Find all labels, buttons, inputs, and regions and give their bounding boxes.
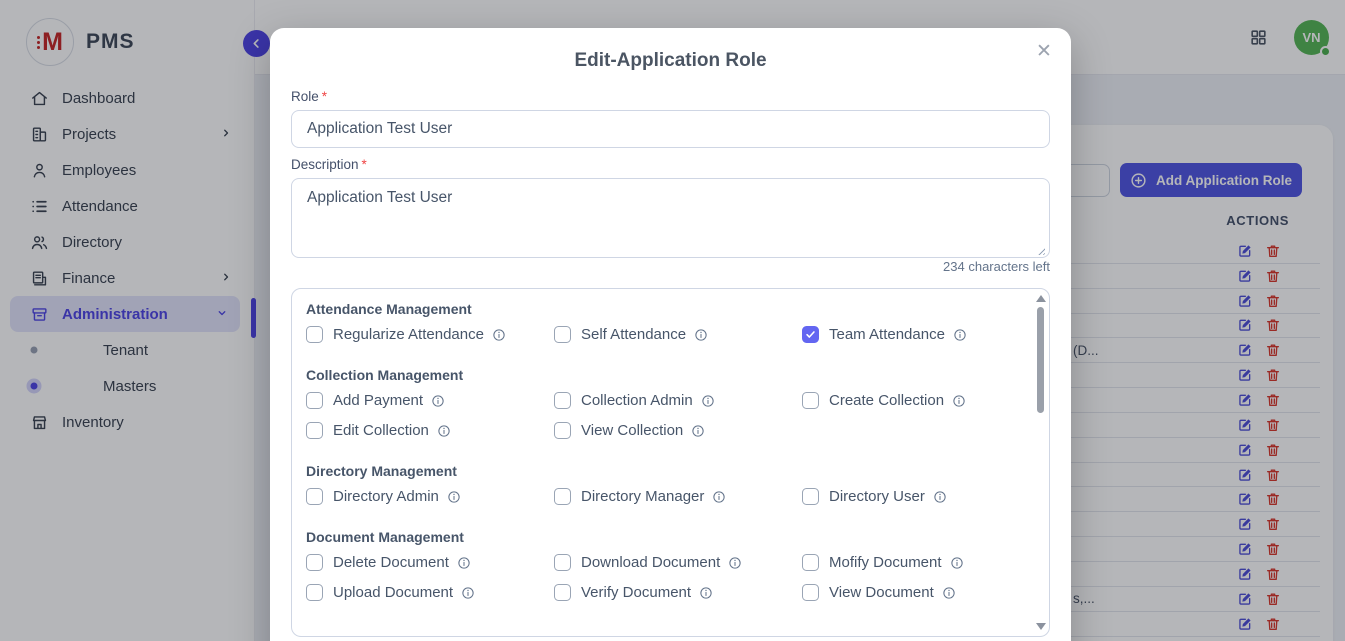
- info-icon[interactable]: [728, 556, 742, 570]
- permission-label: Upload Document: [333, 584, 453, 601]
- permission-checkbox-create-collection[interactable]: Create Collection: [802, 392, 1033, 409]
- info-icon[interactable]: [712, 490, 726, 504]
- checkbox-unchecked[interactable]: [802, 584, 819, 601]
- permission-label: Directory Admin: [333, 488, 439, 505]
- info-icon[interactable]: [699, 586, 713, 600]
- permission-checkbox-upload-document[interactable]: Upload Document: [306, 584, 554, 601]
- permission-label: Create Collection: [829, 392, 944, 409]
- checkbox-checked[interactable]: [802, 326, 819, 343]
- permission-section-title: Attendance Management: [306, 301, 1033, 317]
- permission-section: Collection Management Add Payment Collecti…: [306, 367, 1033, 439]
- edit-application-role-dialog: Edit-Application Role ✕ Role* Descriptio…: [270, 28, 1071, 641]
- scrollbar-thumb[interactable]: [1037, 307, 1044, 413]
- info-icon[interactable]: [694, 328, 708, 342]
- checkbox-unchecked[interactable]: [554, 326, 571, 343]
- permission-checkbox-download-document[interactable]: Download Document: [554, 554, 802, 571]
- role-input[interactable]: [291, 110, 1050, 148]
- checkbox-unchecked[interactable]: [554, 584, 571, 601]
- permission-checkbox-team-attendance[interactable]: Team Attendance: [802, 326, 1033, 343]
- info-icon[interactable]: [691, 424, 705, 438]
- permission-label: Edit Collection: [333, 422, 429, 439]
- permission-checkbox-add-payment[interactable]: Add Payment: [306, 392, 554, 409]
- permission-label: Directory Manager: [581, 488, 704, 505]
- info-icon[interactable]: [431, 394, 445, 408]
- permission-section: Attendance Management Regularize Attendan…: [306, 301, 1033, 343]
- permission-section: Directory Management Directory Admin Direc…: [306, 463, 1033, 505]
- permission-checkbox-directory-user[interactable]: Directory User: [802, 488, 1033, 505]
- checkbox-unchecked[interactable]: [554, 488, 571, 505]
- permission-label: Collection Admin: [581, 392, 693, 409]
- permission-checkbox-verify-document[interactable]: Verify Document: [554, 584, 802, 601]
- checkbox-unchecked[interactable]: [306, 326, 323, 343]
- permission-checkbox-self-attendance[interactable]: Self Attendance: [554, 326, 802, 343]
- permission-checkbox-directory-admin[interactable]: Directory Admin: [306, 488, 554, 505]
- permission-section-title: Document Management: [306, 529, 1033, 545]
- permission-label: Regularize Attendance: [333, 326, 484, 343]
- permission-section: Document Management Delete Document Downlo…: [306, 529, 1033, 601]
- description-label: Description*: [291, 157, 367, 172]
- checkbox-unchecked[interactable]: [306, 488, 323, 505]
- close-button[interactable]: ✕: [1029, 36, 1059, 66]
- permission-label: Mofify Document: [829, 554, 942, 571]
- permissions-sections: Attendance Management Regularize Attendan…: [292, 289, 1033, 636]
- role-label: Role*: [291, 89, 327, 104]
- permission-checkbox-view-collection[interactable]: View Collection: [554, 422, 802, 439]
- permission-label: Directory User: [829, 488, 925, 505]
- characters-left-counter: 234 characters left: [943, 259, 1050, 274]
- permission-checkbox-view-document[interactable]: View Document: [802, 584, 1033, 601]
- info-icon[interactable]: [492, 328, 506, 342]
- permission-checkbox-mofify-document[interactable]: Mofify Document: [802, 554, 1033, 571]
- checkbox-unchecked[interactable]: [306, 392, 323, 409]
- info-icon[interactable]: [457, 556, 471, 570]
- scroll-up-arrow-icon[interactable]: [1036, 295, 1046, 302]
- permission-section-title: Directory Management: [306, 463, 1033, 479]
- info-icon[interactable]: [950, 556, 964, 570]
- permission-checkbox-edit-collection[interactable]: Edit Collection: [306, 422, 554, 439]
- permission-label: View Document: [829, 584, 934, 601]
- permission-label: Add Payment: [333, 392, 423, 409]
- description-textarea[interactable]: Application Test User: [291, 178, 1050, 258]
- scroll-down-arrow-icon[interactable]: [1036, 623, 1046, 630]
- permission-checkbox-collection-admin[interactable]: Collection Admin: [554, 392, 802, 409]
- checkbox-unchecked[interactable]: [306, 584, 323, 601]
- info-icon[interactable]: [701, 394, 715, 408]
- permission-label: Self Attendance: [581, 326, 686, 343]
- permission-section-title: Collection Management: [306, 367, 1033, 383]
- permission-checkbox-regularize-attendance[interactable]: Regularize Attendance: [306, 326, 554, 343]
- checkbox-unchecked[interactable]: [306, 422, 323, 439]
- checkbox-unchecked[interactable]: [802, 392, 819, 409]
- info-icon[interactable]: [461, 586, 475, 600]
- info-icon[interactable]: [437, 424, 451, 438]
- info-icon[interactable]: [952, 394, 966, 408]
- permissions-scrollbar[interactable]: [1034, 291, 1047, 634]
- permission-label: Delete Document: [333, 554, 449, 571]
- checkbox-unchecked[interactable]: [554, 422, 571, 439]
- permissions-panel: Attendance Management Regularize Attendan…: [291, 288, 1050, 637]
- required-asterisk: *: [362, 157, 367, 172]
- required-asterisk: *: [322, 89, 327, 104]
- checkbox-unchecked[interactable]: [554, 554, 571, 571]
- checkbox-unchecked[interactable]: [554, 392, 571, 409]
- permission-checkbox-delete-document[interactable]: Delete Document: [306, 554, 554, 571]
- checkbox-unchecked[interactable]: [306, 554, 323, 571]
- info-icon[interactable]: [933, 490, 947, 504]
- info-icon[interactable]: [942, 586, 956, 600]
- permission-label: View Collection: [581, 422, 683, 439]
- info-icon[interactable]: [447, 490, 461, 504]
- info-icon[interactable]: [953, 328, 967, 342]
- checkbox-unchecked[interactable]: [802, 488, 819, 505]
- permission-label: Team Attendance: [829, 326, 945, 343]
- checkbox-unchecked[interactable]: [802, 554, 819, 571]
- permission-label: Verify Document: [581, 584, 691, 601]
- permission-checkbox-directory-manager[interactable]: Directory Manager: [554, 488, 802, 505]
- dialog-title: Edit-Application Role: [270, 50, 1071, 72]
- permission-label: Download Document: [581, 554, 720, 571]
